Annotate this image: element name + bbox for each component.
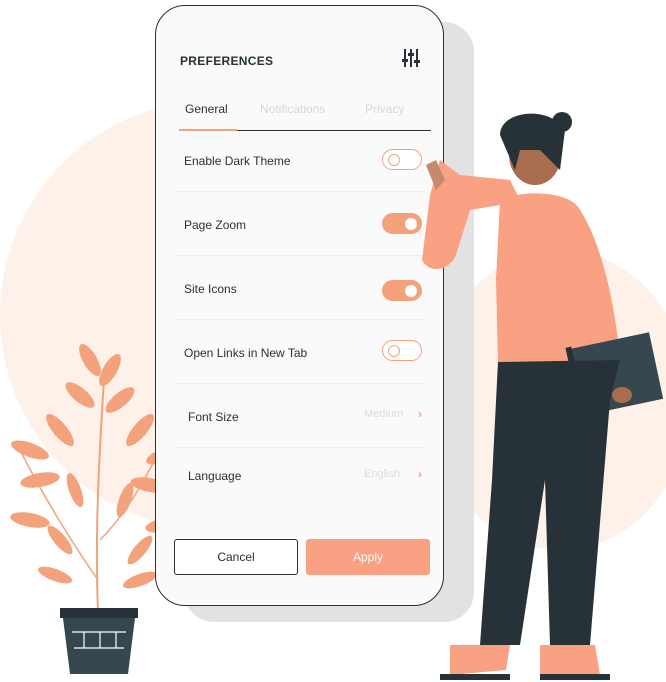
setting-label: Enable Dark Theme: [184, 154, 291, 168]
font-size-value: Medium: [364, 408, 404, 420]
setting-row-open-links: Open Links in New Tab: [168, 320, 430, 384]
canvas: PREFERENCES General Notifications Privac…: [0, 0, 666, 682]
setting-label: Site Icons: [184, 282, 237, 296]
setting-row-dark-theme: Enable Dark Theme: [168, 128, 430, 192]
cancel-button[interactable]: Cancel: [174, 539, 298, 575]
setting-label: Font Size: [188, 410, 239, 424]
setting-row-page-zoom: Page Zoom: [168, 192, 430, 256]
setting-label: Page Zoom: [184, 218, 247, 232]
setting-row-font-size[interactable]: Font Size Medium ›: [168, 384, 430, 448]
setting-row-site-icons: Site Icons: [168, 256, 430, 320]
language-value: English: [364, 468, 401, 480]
setting-label: Open Links in New Tab: [184, 346, 308, 360]
tab-privacy[interactable]: Privacy: [365, 102, 404, 116]
sliders-icon[interactable]: [401, 47, 421, 69]
person-illustration: [422, 112, 664, 680]
tab-general[interactable]: General: [185, 102, 228, 116]
page-title: PREFERENCES: [180, 54, 274, 68]
setting-label: Language: [188, 469, 242, 483]
tab-notifications[interactable]: Notifications: [260, 102, 325, 116]
toggle-knob: [388, 154, 400, 166]
setting-row-language[interactable]: Language English ›: [168, 448, 430, 512]
toggle-knob: [388, 345, 400, 357]
